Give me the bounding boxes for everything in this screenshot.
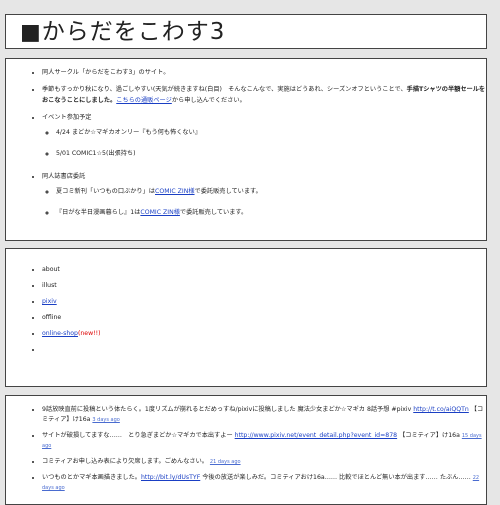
tweet-text: 9話放映直前に投稿という体たらく。1度リズムが崩れるとだめっすね/pixivに投… [42, 406, 414, 413]
tweet-item: 9話放映直前に投稿という体たらく。1度リズムが崩れるとだめっすね/pixivに投… [42, 405, 486, 425]
consignment-text: 夏コミ新刊「いつもの口ぶかり」は [56, 188, 155, 195]
nav-label: offline [42, 314, 62, 321]
pixiv-link[interactable]: pixiv [42, 298, 57, 305]
info-panel: 同人サークル「からだをこわす3」のサイト。 季節もすっかり秋になり、過ごしやすい… [5, 58, 487, 241]
comiczin-link[interactable]: COMIC ZIN様 [155, 188, 195, 195]
tweet-suffix: 【コミティア】け16a [397, 432, 462, 439]
nav-item-online-shop: online-shop(new!!) [42, 329, 486, 339]
tweet-time-link[interactable]: 21 days ago [210, 459, 241, 465]
nav-label: illust [42, 282, 57, 289]
page-title: ■からだをこわす3 [6, 15, 486, 50]
nav-item-pixiv: pixiv [42, 297, 486, 307]
tweet-text: いつものとかマギ本画描きました。 [42, 474, 141, 481]
event-heading: イベント参加予定 [42, 114, 92, 121]
consignment-item: 夏コミ新刊「いつもの口ぶかり」はCOMIC ZIN様で委託販売しています。 [56, 186, 486, 197]
site-title: からだをこわす3 [41, 19, 226, 45]
list-item: 季節もすっかり秋になり、過ごしやすい(天気が続きますね(白目) そんなこんなで、… [42, 84, 486, 106]
list-item: 同人サークル「からだをこわす3」のサイト。 [42, 67, 486, 78]
tweet-item: サイトが破損してますな…… とり急ぎまどか☆マギカで本出すよー http://w… [42, 431, 486, 451]
notice-text: 季節もすっかり秋になり、過ごしやすい(天気が続きますね(白目) そんなこんなで、… [42, 86, 407, 93]
nav-panel: about illust pixiv offline online-shop(n… [5, 248, 487, 387]
tweet-link[interactable]: http://t.co/aiQQTn [413, 406, 469, 413]
event-item: 5/01 COMIC1☆5(出張持ち) [56, 148, 486, 159]
site-header: ■からだをこわす3 [5, 14, 487, 49]
notice-suffix: から申し込んでください。 [171, 97, 246, 104]
tweet-link[interactable]: http://www.pixiv.net/event_detail.php?ev… [235, 432, 397, 439]
online-shop-link[interactable]: online-shop [42, 330, 78, 337]
list-item: イベント参加予定 4/24 まどか☆マギカオンリー『もう何も怖くない』 5/01… [42, 112, 486, 159]
intro-text: 同人サークル「からだをこわす3」のサイト。 [42, 69, 170, 76]
shop-link[interactable]: こちらの通販ページ [116, 97, 172, 104]
event-item: 4/24 まどか☆マギカオンリー『もう何も怖くない』 [56, 127, 486, 138]
tweet-text: サイトが破損してますな…… とり急ぎまどか☆マギカで本出すよー [42, 432, 235, 439]
consignment-item: 『日がな半日漫画暮らし』1はCOMIC ZIN様で委託販売しています。 [56, 207, 486, 218]
nav-item-offline: offline [42, 313, 486, 323]
tweet-suffix: 今後の放送が楽しみだ。コミティアおけ16a…… 比較でほとんど無い本が出ます……… [200, 474, 471, 481]
consignment-suffix: で委託販売しています。 [194, 188, 262, 195]
nav-label: about [42, 266, 60, 273]
tweet-text: コミティアお申し込み表により欠席します。ごめんなさい。 [42, 458, 208, 465]
consignment-heading: 同人誌書店委託 [42, 173, 86, 180]
tweet-item: コミティアお申し込み表により欠席します。ごめんなさい。 21 days ago [42, 457, 486, 467]
tweet-link[interactable]: http://bit.ly/dUsTYF [141, 474, 200, 481]
nav-item-about: about [42, 265, 486, 275]
nav-item-empty [42, 345, 486, 355]
list-item: 同人誌書店委託 夏コミ新刊「いつもの口ぶかり」はCOMIC ZIN様で委託販売し… [42, 171, 486, 218]
comiczin-link[interactable]: COMIC ZIN様 [140, 209, 180, 216]
nav-item-illust: illust [42, 281, 486, 291]
title-square-icon: ■ [20, 20, 42, 45]
consignment-text: 『日がな半日漫画暮らし』1は [56, 209, 141, 216]
new-badge: (new!!) [77, 330, 101, 337]
tweet-time-link[interactable]: 3 days ago [92, 417, 119, 423]
tweets-panel: 9話放映直前に投稿という体たらく。1度リズムが崩れるとだめっすね/pixivに投… [5, 395, 487, 505]
consignment-suffix: で委託販売しています。 [179, 209, 248, 216]
tweet-item: いつものとかマギ本画描きました。http://bit.ly/dUsTYF 今後の… [42, 473, 486, 493]
